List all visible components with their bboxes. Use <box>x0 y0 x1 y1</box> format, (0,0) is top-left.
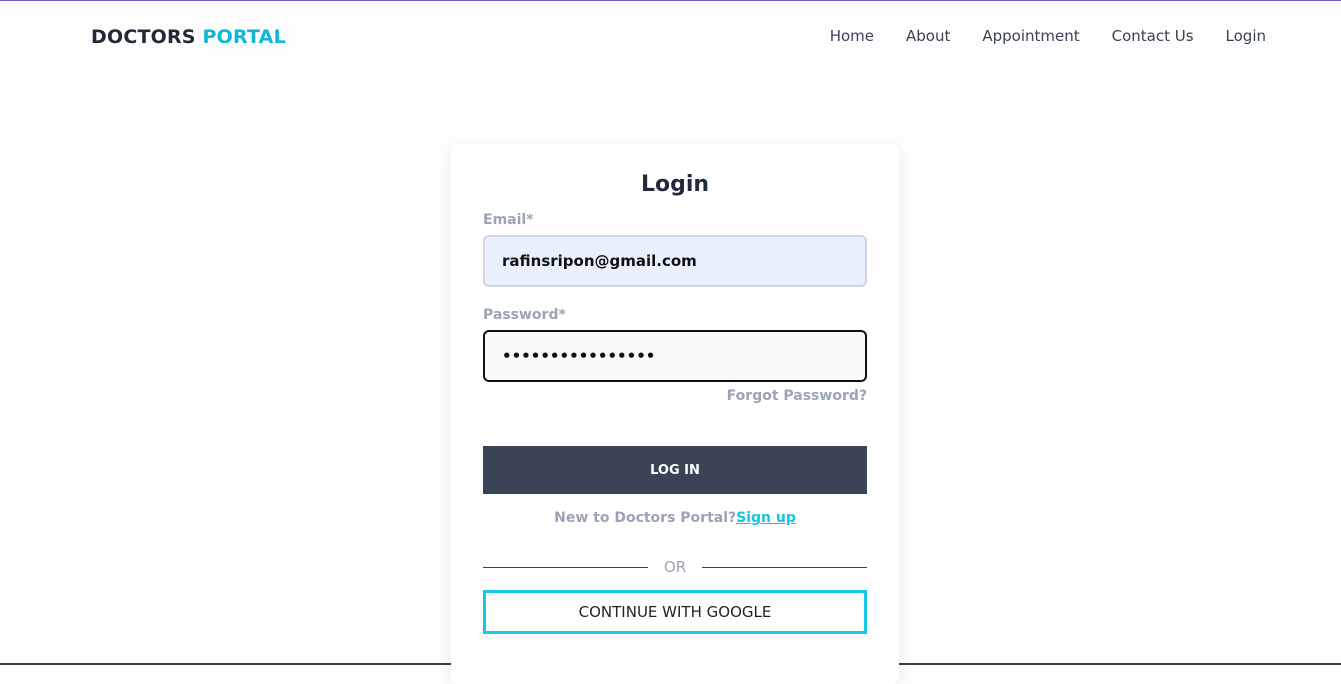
nav-login[interactable]: Login <box>1226 27 1266 45</box>
nav-appointment[interactable]: Appointment <box>982 27 1079 45</box>
divider-line <box>483 566 648 568</box>
logo-main: DOCTORS <box>91 26 196 48</box>
password-label: Password* <box>483 307 566 323</box>
signup-text: New to Doctors Portal? <box>554 510 737 526</box>
nav-home[interactable]: Home <box>830 27 874 45</box>
email-field[interactable] <box>483 235 867 287</box>
or-divider: OR <box>483 558 868 576</box>
email-label: Email* <box>483 212 534 228</box>
navbar: DOCTORS PORTAL Home About Appointment Co… <box>0 1 1341 71</box>
login-title: Login <box>640 172 710 197</box>
nav-contact-us[interactable]: Contact Us <box>1112 27 1194 45</box>
divider-line <box>702 566 868 568</box>
google-login-button[interactable]: CONTINUE WITH GOOGLE <box>483 590 867 634</box>
signup-link[interactable]: Sign up <box>736 510 796 526</box>
password-field[interactable] <box>483 330 867 382</box>
login-card: Login Email* Password* Forgot Password? … <box>451 144 899 684</box>
signup-prompt: New to Doctors Portal?Sign up <box>483 510 867 526</box>
logo[interactable]: DOCTORS PORTAL <box>91 26 286 48</box>
logo-accent: PORTAL <box>202 26 286 48</box>
login-button[interactable]: LOG IN <box>483 446 867 494</box>
nav-about[interactable]: About <box>906 27 950 45</box>
forgot-password-link[interactable]: Forgot Password? <box>483 388 867 404</box>
nav-menu: Home About Appointment Contact Us Login <box>830 27 1266 45</box>
or-text: OR <box>663 558 687 576</box>
